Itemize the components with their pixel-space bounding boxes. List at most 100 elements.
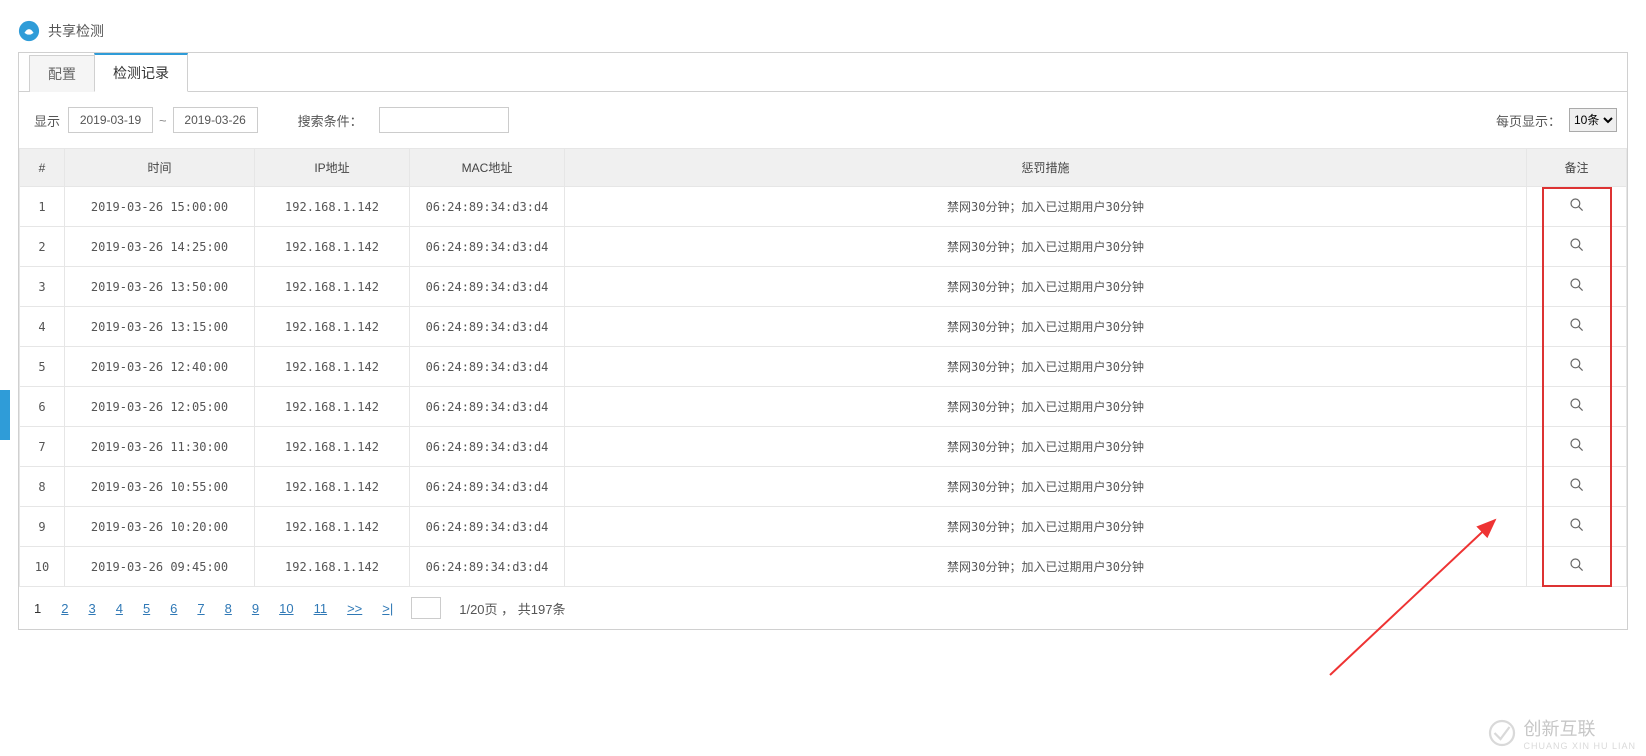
cell-punish: 禁网30分钟；加入已过期用户30分钟: [565, 427, 1527, 467]
table-row: 82019-03-26 10:55:00192.168.1.14206:24:8…: [20, 467, 1627, 507]
cell-num: 3: [20, 267, 65, 307]
date-to-input[interactable]: [173, 107, 258, 133]
table-row: 92019-03-26 10:20:00192.168.1.14206:24:8…: [20, 507, 1627, 547]
page-link[interactable]: 10: [279, 601, 293, 616]
col-ip-header: IP地址: [255, 149, 410, 187]
magnifier-icon[interactable]: [1569, 197, 1585, 213]
magnifier-icon[interactable]: [1569, 317, 1585, 333]
cell-time: 2019-03-26 13:50:00: [65, 267, 255, 307]
cell-ip: 192.168.1.142: [255, 347, 410, 387]
cell-time: 2019-03-26 11:30:00: [65, 427, 255, 467]
cell-ip: 192.168.1.142: [255, 547, 410, 587]
cell-ip: 192.168.1.142: [255, 467, 410, 507]
cell-ip: 192.168.1.142: [255, 507, 410, 547]
cell-remark: [1527, 427, 1627, 467]
page-link[interactable]: 11: [314, 601, 328, 616]
cell-ip: 192.168.1.142: [255, 387, 410, 427]
cell-punish: 禁网30分钟；加入已过期用户30分钟: [565, 507, 1527, 547]
tab-config[interactable]: 配置: [29, 55, 95, 92]
cell-ip: 192.168.1.142: [255, 427, 410, 467]
cell-remark: [1527, 467, 1627, 507]
tab-bar: 配置 检测记录: [19, 52, 1627, 92]
cell-time: 2019-03-26 10:55:00: [65, 467, 255, 507]
magnifier-icon[interactable]: [1569, 477, 1585, 493]
page-link[interactable]: 7: [197, 601, 204, 616]
cell-num: 1: [20, 187, 65, 227]
cell-ip: 192.168.1.142: [255, 227, 410, 267]
cell-remark: [1527, 347, 1627, 387]
page-link[interactable]: 8: [225, 601, 232, 616]
cell-punish: 禁网30分钟；加入已过期用户30分钟: [565, 467, 1527, 507]
cell-remark: [1527, 227, 1627, 267]
search-label: 搜索条件：: [298, 111, 363, 130]
page-link[interactable]: 6: [170, 601, 177, 616]
cell-time: 2019-03-26 09:45:00: [65, 547, 255, 587]
table-row: 62019-03-26 12:05:00192.168.1.14206:24:8…: [20, 387, 1627, 427]
date-from-input[interactable]: [68, 107, 153, 133]
table-row: 72019-03-26 11:30:00192.168.1.14206:24:8…: [20, 427, 1627, 467]
app-icon: [18, 20, 40, 42]
table-row: 52019-03-26 12:40:00192.168.1.14206:24:8…: [20, 347, 1627, 387]
cell-remark: [1527, 547, 1627, 587]
magnifier-icon[interactable]: [1569, 357, 1585, 373]
cell-time: 2019-03-26 10:20:00: [65, 507, 255, 547]
side-expand-handle[interactable]: [0, 390, 10, 440]
page-jump-input[interactable]: [411, 597, 441, 619]
magnifier-icon[interactable]: [1569, 557, 1585, 573]
cell-ip: 192.168.1.142: [255, 307, 410, 347]
cell-mac: 06:24:89:34:d3:d4: [410, 507, 565, 547]
magnifier-icon[interactable]: [1569, 277, 1585, 293]
cell-num: 2: [20, 227, 65, 267]
cell-punish: 禁网30分钟；加入已过期用户30分钟: [565, 547, 1527, 587]
cell-time: 2019-03-26 13:15:00: [65, 307, 255, 347]
cell-mac: 06:24:89:34:d3:d4: [410, 547, 565, 587]
cell-mac: 06:24:89:34:d3:d4: [410, 427, 565, 467]
cell-punish: 禁网30分钟；加入已过期用户30分钟: [565, 387, 1527, 427]
page-link[interactable]: 5: [143, 601, 150, 616]
cell-remark: [1527, 387, 1627, 427]
cell-ip: 192.168.1.142: [255, 267, 410, 307]
search-input[interactable]: [379, 107, 509, 133]
col-remark-header: 备注: [1527, 149, 1627, 187]
page-info: 1/20页 ， 共197条: [459, 599, 565, 618]
magnifier-icon[interactable]: [1569, 517, 1585, 533]
cell-num: 7: [20, 427, 65, 467]
watermark: 创新互联 CHUANG XIN HU LIAN: [1487, 715, 1636, 751]
table-row: 32019-03-26 13:50:00192.168.1.14206:24:8…: [20, 267, 1627, 307]
cell-mac: 06:24:89:34:d3:d4: [410, 347, 565, 387]
magnifier-icon[interactable]: [1569, 397, 1585, 413]
perpage-label: 每页显示：: [1496, 111, 1561, 130]
cell-time: 2019-03-26 12:05:00: [65, 387, 255, 427]
tab-records[interactable]: 检测记录: [94, 53, 188, 92]
cell-num: 6: [20, 387, 65, 427]
cell-remark: [1527, 507, 1627, 547]
cell-mac: 06:24:89:34:d3:d4: [410, 187, 565, 227]
table-row: 42019-03-26 13:15:00192.168.1.14206:24:8…: [20, 307, 1627, 347]
magnifier-icon[interactable]: [1569, 237, 1585, 253]
records-table: # 时间 IP地址 MAC地址 惩罚措施 备注 12019-03-26 15:0…: [19, 148, 1627, 587]
magnifier-icon[interactable]: [1569, 437, 1585, 453]
page-current: 1: [34, 601, 41, 616]
pagination: 1 2 3 4 5 6 7 8 9 10 11 >> >| 1/20页 ， 共197条: [19, 587, 1627, 629]
cell-mac: 06:24:89:34:d3:d4: [410, 227, 565, 267]
col-time-header: 时间: [65, 149, 255, 187]
page-link[interactable]: 3: [88, 601, 95, 616]
cell-remark: [1527, 187, 1627, 227]
table-row: 12019-03-26 15:00:00192.168.1.14206:24:8…: [20, 187, 1627, 227]
page-last[interactable]: >|: [382, 601, 393, 616]
table-row: 22019-03-26 14:25:00192.168.1.14206:24:8…: [20, 227, 1627, 267]
cell-mac: 06:24:89:34:d3:d4: [410, 387, 565, 427]
cell-time: 2019-03-26 15:00:00: [65, 187, 255, 227]
cell-num: 9: [20, 507, 65, 547]
page-link[interactable]: 2: [61, 601, 68, 616]
cell-num: 5: [20, 347, 65, 387]
page-next[interactable]: >>: [347, 601, 362, 616]
page-title: 共享检测: [48, 21, 104, 41]
page-link[interactable]: 4: [116, 601, 123, 616]
page-link[interactable]: 9: [252, 601, 259, 616]
cell-punish: 禁网30分钟；加入已过期用户30分钟: [565, 347, 1527, 387]
cell-punish: 禁网30分钟；加入已过期用户30分钟: [565, 267, 1527, 307]
show-label: 显示: [34, 111, 60, 130]
perpage-select[interactable]: 10条: [1569, 108, 1617, 132]
col-punish-header: 惩罚措施: [565, 149, 1527, 187]
